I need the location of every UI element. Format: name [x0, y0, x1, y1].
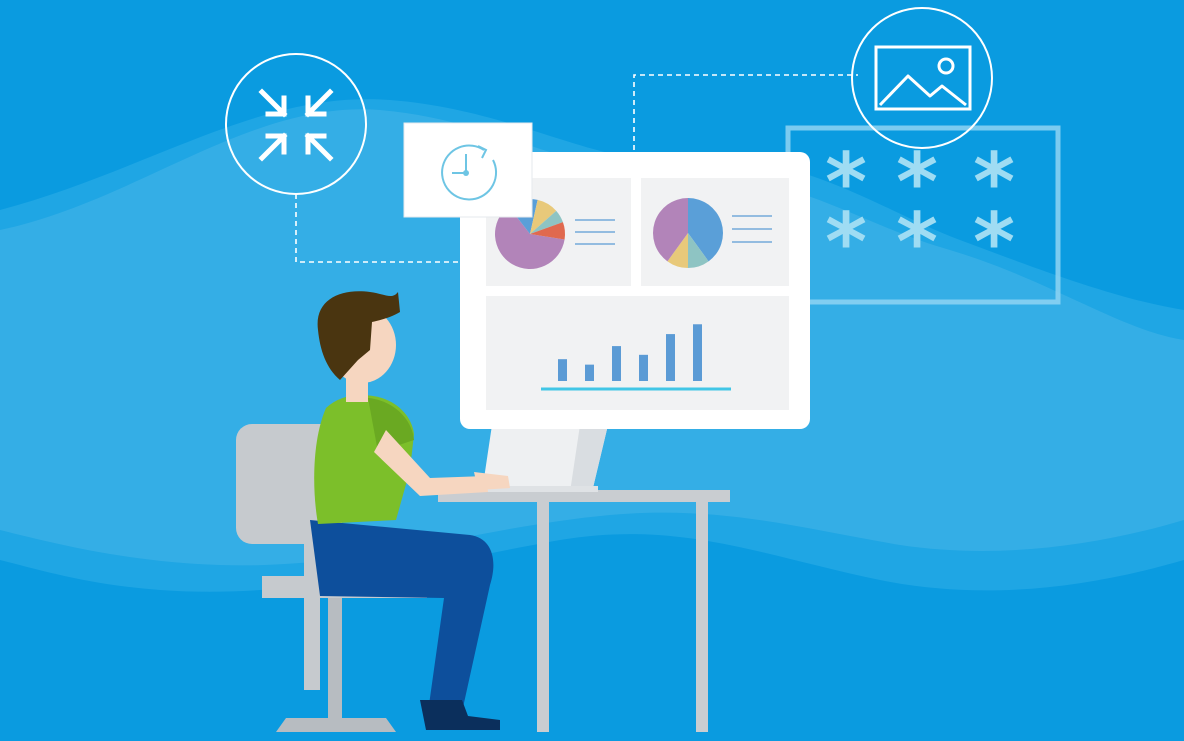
- asterisk-3: *: [825, 196, 867, 289]
- pie-chart-2: [653, 198, 723, 268]
- bar-3: [639, 354, 648, 381]
- image-icon: [851, 7, 993, 149]
- bar-4: [666, 334, 675, 381]
- bar-2: [612, 346, 621, 381]
- bar-5: [693, 324, 702, 381]
- asterisk-5: *: [973, 196, 1015, 289]
- clock-refresh-icon: [403, 122, 533, 218]
- bar-1: [585, 364, 594, 381]
- bar-panel: [486, 296, 789, 410]
- bar-0: [558, 359, 567, 381]
- asterisk-4: *: [896, 196, 938, 289]
- illustration-scene: * * * * * *: [0, 0, 1184, 741]
- illustration-svg: * * ** * *: [0, 0, 1184, 741]
